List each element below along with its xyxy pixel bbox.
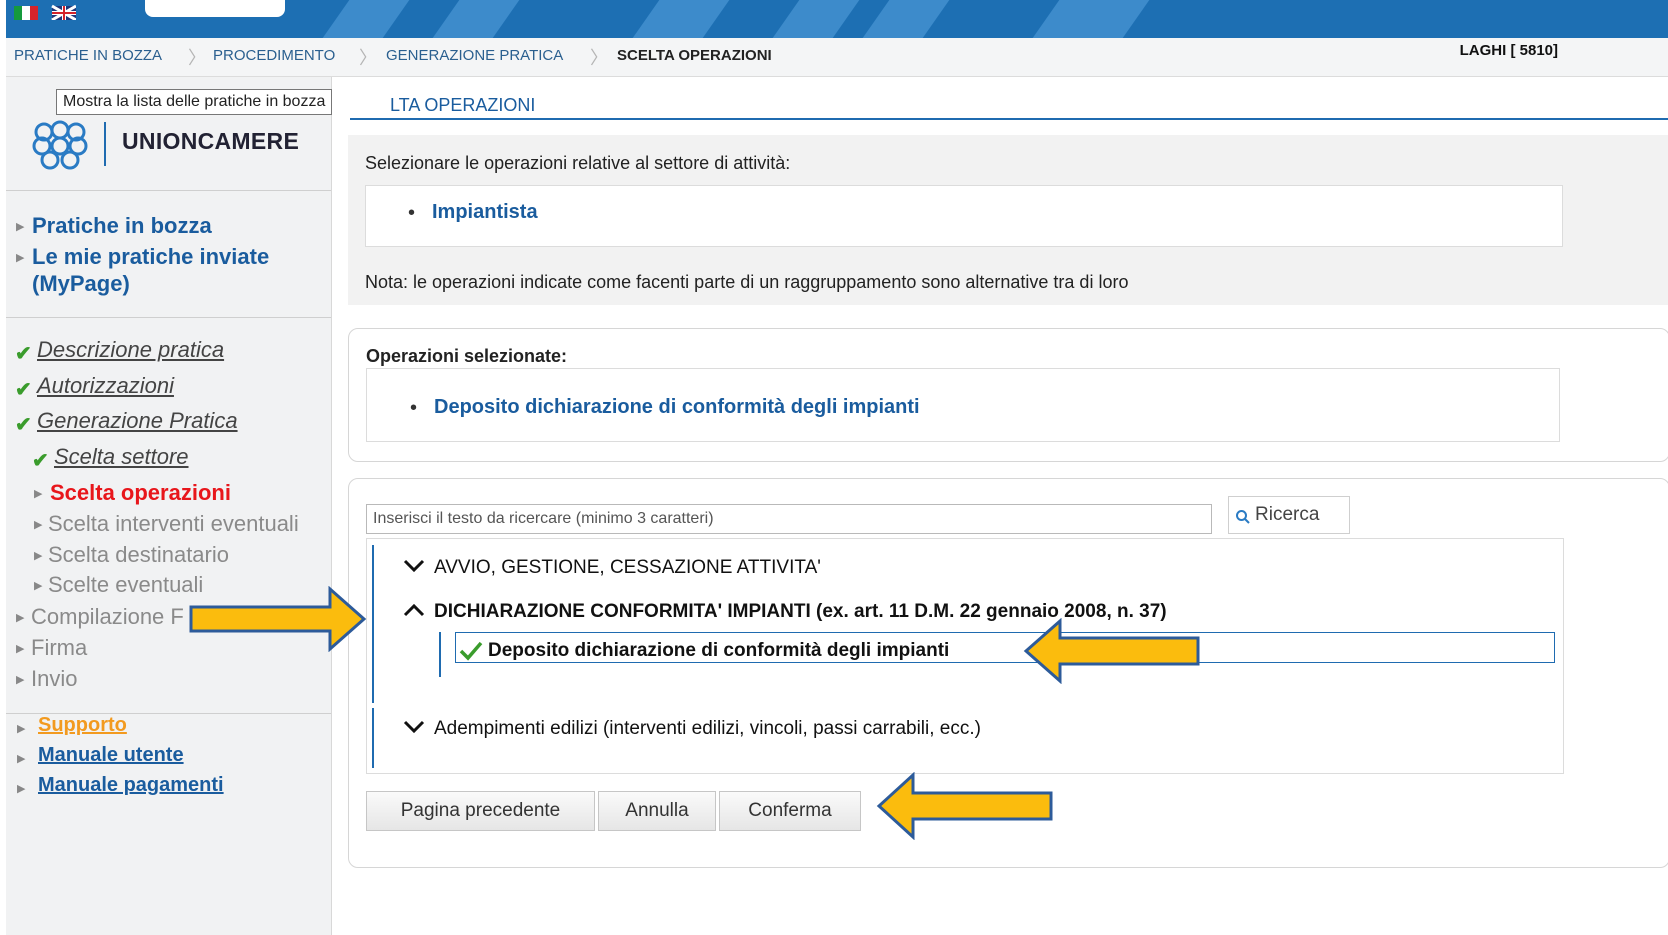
bullet-icon: •	[410, 397, 418, 419]
chevron-right-icon: ▶	[34, 519, 43, 531]
selected-operation-item[interactable]: Deposito dichiarazione di conformità deg…	[434, 396, 920, 419]
search-button[interactable]: Ricerca	[1228, 496, 1350, 534]
note-text: Nota: le operazioni indicate come facent…	[365, 272, 1129, 292]
search-icon	[1236, 510, 1250, 524]
support-link[interactable]: Supporto	[38, 714, 127, 737]
chevron-right-icon: ▶	[16, 221, 25, 233]
chevron-down-icon[interactable]	[403, 558, 425, 574]
sector-intro-text: Selezionare le operazioni relative al se…	[365, 153, 791, 173]
breadcrumb-pratiche-in-bozza[interactable]: PRATICHE IN BOZZA	[14, 47, 162, 64]
chevron-right-icon: ▶	[16, 252, 25, 264]
chevron-right-icon: ▶	[16, 612, 25, 624]
sidebar-link-pratiche-in-bozza[interactable]: Pratiche in bozza	[32, 212, 212, 239]
chevron-right-icon: ▶	[16, 643, 25, 655]
confirm-button[interactable]: Conferma	[719, 791, 861, 831]
tree-group-avvio[interactable]: AVVIO, GESTIONE, CESSAZIONE ATTIVITA'	[434, 557, 821, 579]
check-icon: ✔	[15, 414, 32, 436]
sidebar-link-mie-pratiche-inviate[interactable]: Le mie pratiche inviate	[32, 243, 269, 270]
breadcrumb-procedimento[interactable]: PROCEDIMENTO	[213, 47, 335, 64]
chevron-right-icon: ▶	[34, 580, 43, 592]
breadcrumb-separator-icon: 〉	[188, 48, 206, 68]
chevron-up-icon[interactable]	[403, 602, 425, 618]
sidebar	[6, 77, 332, 935]
step-scelte-eventuali: Scelte eventuali	[48, 572, 204, 597]
chevron-right-icon: ▶	[17, 723, 26, 735]
step-invio: Invio	[31, 666, 78, 691]
step-compilazione: Compilazione F	[31, 604, 184, 629]
step-generazione-pratica[interactable]: Generazione Pratica	[37, 408, 238, 434]
tree-line	[372, 545, 374, 703]
annotation-arrow-left-icon	[1023, 618, 1200, 684]
sector-list	[365, 185, 1563, 247]
user-label: LAGHI [ 5810]	[1459, 42, 1558, 59]
chevron-right-icon: ▶	[17, 753, 26, 765]
header-white-tab	[145, 0, 285, 17]
tree-group-adempimenti[interactable]: Adempimenti edilizi (interventi edilizi,…	[434, 718, 981, 740]
step-scelta-settore[interactable]: Scelta settore	[54, 444, 189, 470]
page-title: LTA OPERAZIONI	[390, 95, 536, 115]
chevron-right-icon: ▶	[17, 783, 26, 795]
language-flags-icon[interactable]	[6, 2, 76, 20]
sidebar-divider	[6, 317, 331, 318]
sector-item[interactable]: Impiantista	[432, 201, 538, 224]
check-icon: ✔	[32, 450, 49, 472]
tooltip: Mostra la lista delle pratiche in bozza	[56, 89, 333, 115]
chevron-down-icon[interactable]	[403, 719, 425, 735]
tree-line	[439, 632, 441, 677]
chevron-right-icon: ▶	[34, 550, 43, 562]
annotation-arrow-left-icon	[876, 772, 1053, 840]
step-scelta-operazioni: Scelta operazioni	[50, 480, 231, 505]
selected-operations-label: Operazioni selezionate:	[366, 346, 568, 366]
title-underline	[350, 118, 1668, 120]
unioncamere-logo-icon	[32, 120, 88, 170]
breadcrumb-separator-icon: 〉	[359, 48, 377, 68]
chevron-right-icon: ▶	[34, 488, 43, 500]
check-icon: ✔	[15, 379, 32, 401]
logo-text: UNIONCAMERE	[122, 128, 300, 154]
tree-item-deposito[interactable]: Deposito dichiarazione di conformità deg…	[488, 640, 949, 662]
breadcrumb-separator-icon: 〉	[590, 48, 608, 68]
step-scelta-destinatario: Scelta destinatario	[48, 542, 229, 567]
logo-separator	[104, 122, 106, 166]
previous-page-button[interactable]: Pagina precedente	[366, 791, 595, 831]
search-input[interactable]	[366, 504, 1212, 534]
breadcrumb-scelta-operazioni: SCELTA OPERAZIONI	[617, 47, 772, 64]
bullet-icon: •	[408, 202, 416, 224]
manuale-pagamenti-link[interactable]: Manuale pagamenti	[38, 774, 224, 797]
step-firma: Firma	[31, 635, 88, 660]
check-icon: ✔	[15, 343, 32, 365]
sidebar-divider	[6, 190, 331, 191]
step-descrizione-pratica[interactable]: Descrizione pratica	[37, 337, 224, 363]
step-scelta-interventi: Scelta interventi eventuali	[48, 511, 299, 536]
annotation-arrow-right-icon	[189, 586, 367, 652]
manuale-utente-link[interactable]: Manuale utente	[38, 744, 184, 767]
check-icon	[459, 641, 483, 661]
chevron-right-icon: ▶	[16, 674, 25, 686]
cancel-button[interactable]: Annulla	[598, 791, 716, 831]
sidebar-link-mypage[interactable]: (MyPage)	[32, 270, 130, 297]
tree-line	[372, 708, 374, 768]
step-autorizzazioni[interactable]: Autorizzazioni	[37, 373, 174, 399]
breadcrumb-generazione-pratica[interactable]: GENERAZIONE PRATICA	[386, 47, 563, 64]
search-button-label: Ricerca	[1255, 504, 1320, 525]
